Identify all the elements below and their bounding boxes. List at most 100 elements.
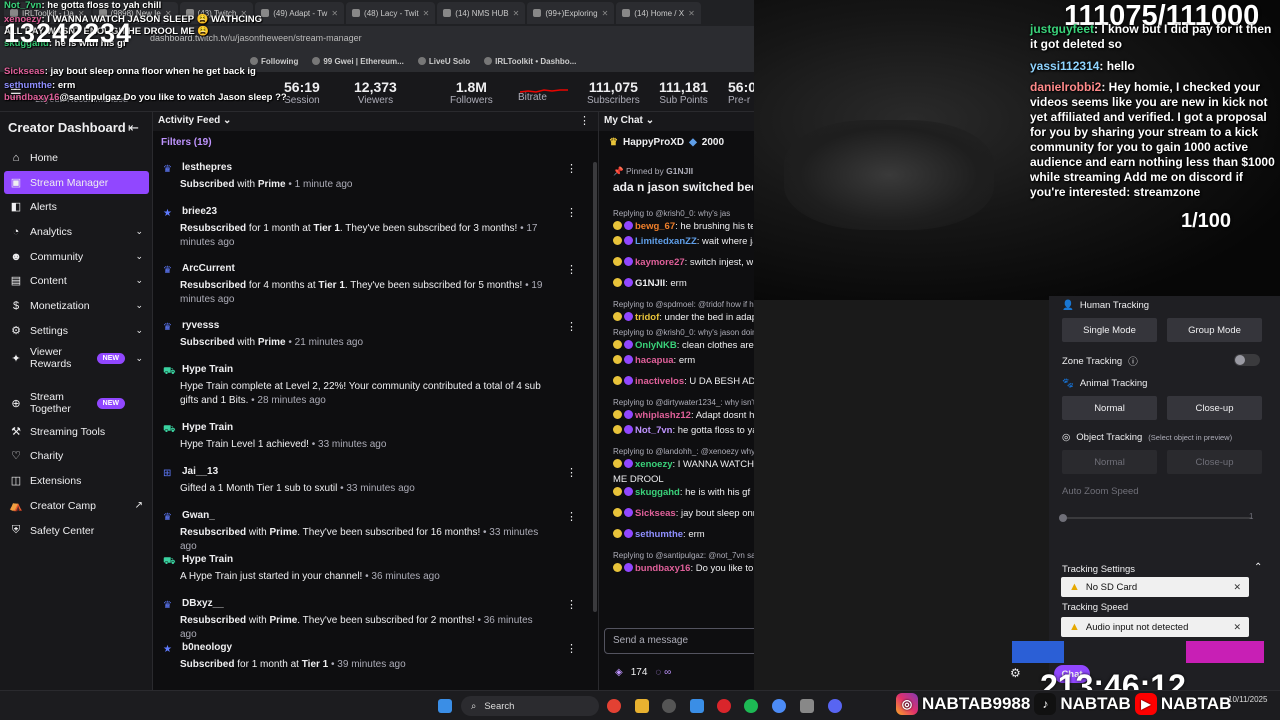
obs-icon[interactable] [662,699,676,713]
browser-tab[interactable]: (14) NMS HUB ✕ [437,2,526,24]
zoom-slider-track[interactable] [1062,517,1252,519]
chat-username[interactable]: bewg_67 [635,221,675,232]
more-options-icon[interactable]: ⋮ [566,206,577,219]
more-options-icon[interactable]: ⋮ [566,642,577,655]
zoom-slider-thumb[interactable] [1059,514,1067,522]
discord-icon[interactable] [828,699,842,713]
sidebar-item-community[interactable]: ☻ Community ⌄ [4,245,149,268]
sidebar-item-viewer-rewards[interactable]: ✦ Viewer Rewards NEW ⌄ [4,344,149,372]
sidebar-item-home[interactable]: ⌂ Home [4,146,149,169]
close-icon[interactable]: ✕ [688,9,695,18]
chat-username[interactable]: inactivelos [635,376,684,387]
browser-tab[interactable]: (14) Home / X ✕ [616,2,701,24]
chat-username[interactable]: bundbaxy16 [635,563,690,574]
sidebar-item-streaming-tools[interactable]: ⚒ Streaming Tools [4,420,149,443]
close-icon[interactable]: ✕ [331,9,338,18]
feed-username[interactable]: lesthepres [182,162,232,173]
chat-username[interactable]: hacapua [635,355,674,366]
feed-username[interactable]: ryvesss [182,320,219,331]
sidebar-item-charity[interactable]: ♡ Charity [4,444,149,467]
feed-username[interactable]: ArcCurrent [182,263,235,274]
chat-username[interactable]: LimitedxanZZ [635,236,697,247]
sidebar-item-analytics[interactable]: ◔ Analytics ⌄ [4,220,149,243]
chat-message[interactable]: kaymore27: switch injest, w [613,256,753,269]
sidebar-item-monetization[interactable]: $ Monetization ⌄ [4,294,149,317]
chat-username[interactable]: whiplashz12 [635,410,691,421]
single-mode-button[interactable]: Single Mode [1062,318,1157,342]
more-options-icon[interactable]: ⋮ [566,598,577,611]
chat-username[interactable]: kaymore27 [635,257,685,268]
sidebar-item-alerts[interactable]: ◧ Alerts [4,195,149,218]
sidebar-item-extensions[interactable]: ◫ Extensions [4,469,149,492]
bookmark-liveu[interactable]: LiveU Solo [417,57,470,66]
browser-tab[interactable]: (48) Lacy - Twit ✕ [346,2,436,24]
feed-username[interactable]: Hype Train [182,422,233,433]
chat-message[interactable]: LimitedxanZZ: wait where jaso [613,235,753,248]
feed-username[interactable]: Hype Train [182,554,233,565]
bookmark-following[interactable]: Following [250,57,298,66]
object-normal-button[interactable]: Normal [1062,450,1157,474]
more-options-icon[interactable]: ⋮ [566,162,577,175]
chevron-up-icon[interactable]: ⌃ [1254,562,1262,573]
animal-normal-button[interactable]: Normal [1062,396,1157,420]
close-icon[interactable]: ✕ [513,9,520,18]
chat-username[interactable]: Not_7vn [635,425,672,436]
chat-username[interactable]: OnlyNKB [635,340,677,351]
close-icon[interactable]: ✕ [602,9,609,18]
app-icon[interactable] [800,699,814,713]
chrome-icon[interactable] [607,699,621,713]
edge-icon[interactable] [690,699,704,713]
animal-closeup-button[interactable]: Close-up [1167,396,1262,420]
spotify-icon[interactable] [744,699,758,713]
windows-start-icon[interactable] [438,699,452,713]
channel-points-icon[interactable]: ◈ [615,667,623,678]
chat-username[interactable]: Sickseas [635,508,676,519]
chat-username[interactable]: xenoezy [635,459,673,470]
chat-username[interactable]: skuggahd [635,487,680,498]
feed-filters-link[interactable]: Filters (19) [161,137,212,148]
settings-icon[interactable]: ⚙ [1010,666,1021,680]
browser-tab[interactable]: (49) Adapt - Tw ✕ [255,2,345,24]
chat-header[interactable]: My Chat ⌄ [599,112,754,131]
zone-tracking-toggle[interactable] [1234,354,1260,366]
more-options-icon[interactable]: ⋮ [566,510,577,523]
bookmark-gwei[interactable]: 99 Gwei | Ethereum... [312,57,404,66]
chat-message[interactable]: Replying to @krish0_0: why's jas bewg_67:… [613,207,753,233]
close-icon[interactable]: ✕ [423,9,430,18]
sidebar-item-content[interactable]: ▤ Content ⌄ [4,269,149,292]
feed-username[interactable]: DBxyz__ [182,598,224,609]
feed-menu-icon[interactable]: ⋮ [579,114,590,127]
more-options-icon[interactable]: ⋮ [566,320,577,333]
more-options-icon[interactable]: ⋮ [566,263,577,276]
object-closeup-button[interactable]: Close-up [1167,450,1262,474]
sidebar-item-safety-center[interactable]: ⛨ Safety Center [4,519,149,542]
more-options-icon[interactable]: ⋮ [566,466,577,479]
feed-scrollbar[interactable] [593,162,597,612]
browser-tab[interactable]: (99+)Exploring ✕ [527,2,615,24]
tracking-settings-header[interactable]: Tracking Settings [1062,564,1135,575]
feed-username[interactable]: Gwan_ [182,510,215,521]
sidebar-item-stream-manager[interactable]: ▣ Stream Manager [4,171,149,194]
file-explorer-icon[interactable] [635,699,649,713]
feed-username[interactable]: briee23 [182,206,217,217]
help-icon[interactable]: ⓘ [1128,354,1138,368]
sidebar-item-settings[interactable]: ⚙ Settings ⌄ [4,319,149,342]
close-icon[interactable]: ✕ [1233,622,1241,633]
group-mode-button[interactable]: Group Mode [1167,318,1262,342]
collapse-icon[interactable]: ⇤ [128,120,139,136]
chat-username[interactable]: G1NJII [635,278,665,289]
bookmark-irltoolkit[interactable]: IRLToolkit • Dashbo... [484,57,576,66]
chat-username[interactable]: tridof [635,312,659,323]
close-icon[interactable]: ✕ [1233,582,1241,593]
taskbar-search[interactable]: ⌕ Search [461,696,599,716]
feed-username[interactable]: Hype Train [182,364,233,375]
feed-username[interactable]: b0neology [182,642,232,653]
opera-icon[interactable] [717,699,731,713]
chat-username[interactable]: sethumthe [635,529,683,540]
infinity-icon[interactable]: ◌ ∞ [655,667,671,678]
feed-header[interactable]: Activity Feed ⌄ [153,112,598,131]
sidebar-item-creator-camp[interactable]: ⛺ Creator Camp ↗ [4,494,149,517]
chat-message[interactable]: G1NJII: erm [613,277,753,290]
chrome-profile-icon[interactable] [772,699,786,713]
sidebar-item-stream-together[interactable]: ⊕ Stream Together NEW [4,389,149,417]
